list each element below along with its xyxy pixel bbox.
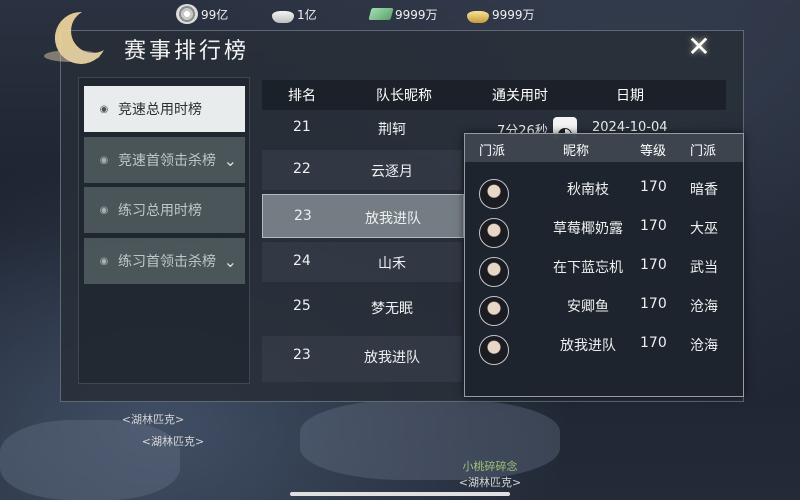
gold-ingot-icon	[467, 11, 489, 23]
header-nickname: 昵称	[563, 144, 590, 159]
close-button[interactable]: ✕	[678, 27, 720, 65]
tab-practice-total-time[interactable]: ◉ 练习总用时榜	[84, 187, 245, 233]
member-level: 170	[640, 179, 667, 195]
header-school: 门派	[479, 144, 506, 159]
avatar	[479, 296, 509, 326]
team-members-popup: 门派 昵称 等级 门派 秋南枝 170 暗香 草莓椰奶露 170 大巫 在下蓝忘…	[464, 133, 744, 397]
member-level: 170	[640, 335, 667, 351]
jade-note-icon	[368, 8, 394, 20]
crescent-moon-icon	[44, 11, 104, 64]
header-date: 日期	[616, 88, 644, 104]
header-rank: 排名	[288, 88, 316, 104]
tab-speed-boss-kill[interactable]: ◉ 竞速首领击杀榜 ⌄	[84, 137, 245, 183]
avatar	[479, 335, 509, 365]
ranking-row-selected[interactable]: 23 放我进队	[262, 194, 464, 238]
currency-value: 9999万	[492, 7, 535, 22]
nameplate-player: 小桃碎碎念	[462, 460, 518, 473]
currency-value: 1亿	[297, 7, 317, 22]
tab-practice-boss-kill[interactable]: ◉ 练习首领击杀榜 ⌄	[84, 238, 245, 284]
header-school-2: 门派	[690, 144, 717, 159]
tab-label: 练习首领击杀榜	[118, 254, 216, 270]
currency-bar: 99亿 1亿 9999万 9999万	[0, 0, 800, 28]
avatar	[479, 257, 509, 287]
header-clear-time: 通关用时	[492, 88, 548, 104]
member-level: 170	[640, 296, 667, 312]
avatar	[479, 179, 509, 209]
page-title: 赛事排行榜	[124, 39, 250, 64]
currency-gold-ingot[interactable]: 9999万	[467, 3, 535, 25]
member-school: 大巫	[690, 221, 718, 237]
world-nameplate[interactable]: 小桃碎碎念 <湖林匹克>	[440, 458, 540, 490]
popup-header: 门派 昵称 等级 门派	[465, 134, 743, 162]
member-level: 170	[640, 218, 667, 234]
header-captain-name: 队长昵称	[376, 88, 432, 104]
tab-label: 竞速首领击杀榜	[118, 153, 216, 169]
close-icon: ✕	[687, 29, 711, 63]
silver-ingot-icon	[272, 11, 294, 23]
currency-value: 9999万	[395, 7, 438, 22]
member-row[interactable]: 放我进队 170 沧海	[465, 325, 743, 365]
world-nameplate[interactable]: <湖林匹克>	[108, 411, 198, 427]
avatar	[479, 218, 509, 248]
nameplate-guild: <湖林匹克>	[458, 476, 522, 489]
member-row[interactable]: 草莓椰奶露 170 大巫	[465, 208, 743, 248]
scenery-rock	[0, 420, 180, 500]
chevron-down-icon: ⌄	[223, 150, 237, 170]
nameplate-guild: <湖林匹克>	[121, 413, 185, 426]
eye-icon: ◉	[99, 255, 109, 267]
currency-silver-ingot[interactable]: 1亿	[272, 3, 317, 25]
member-level: 170	[640, 257, 667, 273]
chevron-down-icon: ⌄	[223, 251, 237, 271]
tab-speed-total-time[interactable]: ◉ 竞速总用时榜	[84, 86, 245, 132]
silver-wheel-icon	[176, 4, 198, 24]
home-indicator[interactable]	[290, 492, 510, 496]
member-row[interactable]: 在下蓝忘机 170 武当	[465, 247, 743, 287]
member-school: 沧海	[690, 338, 718, 354]
currency-jade-note[interactable]: 9999万	[368, 3, 438, 25]
member-school: 暗香	[690, 182, 718, 198]
tab-label: 练习总用时榜	[118, 203, 202, 219]
member-row[interactable]: 秋南枝 170 暗香	[465, 169, 743, 209]
member-row[interactable]: 安卿鱼 170 沧海	[465, 286, 743, 326]
eye-icon: ◉	[99, 204, 109, 216]
currency-value: 99亿	[201, 7, 229, 22]
member-school: 沧海	[690, 299, 718, 315]
tab-label: 竞速总用时榜	[118, 102, 202, 118]
ranking-header: 排名 队长昵称 通关用时 日期	[262, 80, 726, 110]
currency-silver-wheel[interactable]: 99亿	[176, 3, 228, 25]
world-nameplate[interactable]: <湖林匹克>	[128, 433, 218, 449]
member-school: 武当	[690, 260, 718, 276]
nameplate-guild: <湖林匹克>	[141, 435, 205, 448]
eye-icon: ◉	[99, 103, 109, 115]
eye-icon: ◉	[99, 154, 109, 166]
header-level: 等级	[640, 144, 667, 159]
